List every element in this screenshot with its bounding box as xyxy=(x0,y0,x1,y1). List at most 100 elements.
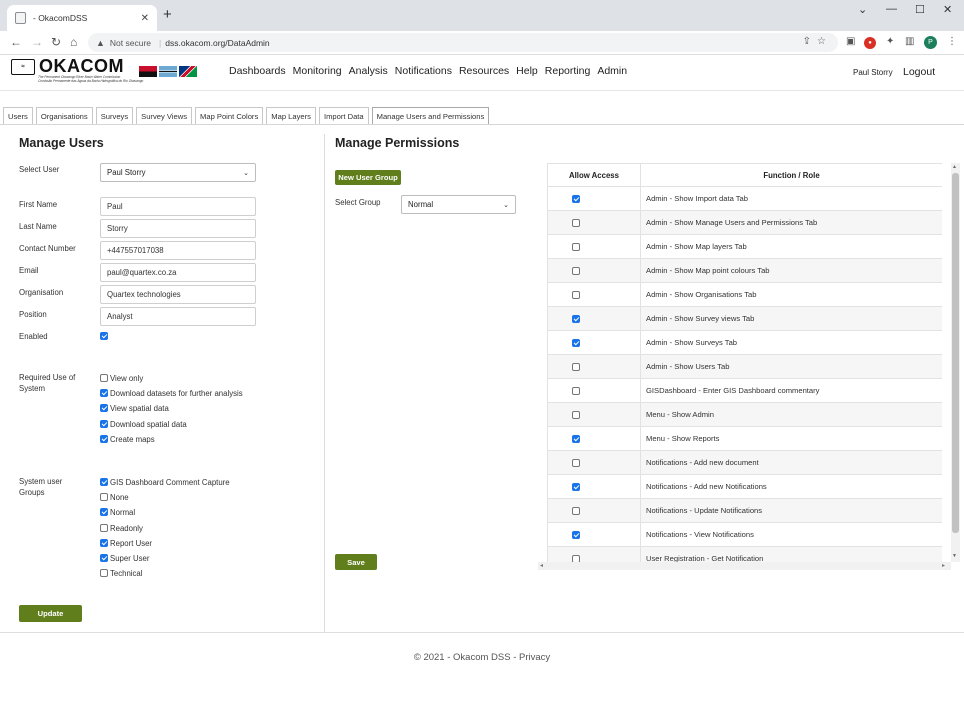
allow-access-checkbox[interactable] xyxy=(572,315,580,323)
last-name-field[interactable]: Storry xyxy=(100,219,256,238)
required-use-checkbox[interactable] xyxy=(100,419,108,428)
back-icon[interactable]: ← xyxy=(10,35,22,49)
tab-map-layers[interactable]: Map Layers xyxy=(266,107,316,124)
email-field[interactable]: paul@quartex.co.za xyxy=(100,263,256,282)
user-group-checkbox[interactable] xyxy=(100,569,108,578)
save-button[interactable]: Save xyxy=(335,554,377,570)
function-role-cell: Notifications - Add new Notifications xyxy=(640,474,942,499)
allow-access-checkbox[interactable] xyxy=(572,507,580,515)
privacy-link[interactable]: Privacy xyxy=(519,652,550,663)
allow-access-checkbox[interactable] xyxy=(572,291,580,299)
first-name-field[interactable]: Paul xyxy=(100,197,256,216)
required-use-checkbox[interactable] xyxy=(100,434,108,443)
required-use-label: Create maps xyxy=(110,434,155,444)
nav-dashboards[interactable]: Dashboards xyxy=(229,65,286,77)
select-group-dropdown[interactable]: Normal ⌄ xyxy=(401,195,516,214)
allow-access-checkbox[interactable] xyxy=(572,219,580,227)
nav-resources[interactable]: Resources xyxy=(459,65,509,77)
allow-access-checkbox[interactable] xyxy=(572,411,580,419)
allow-access-checkbox[interactable] xyxy=(572,555,580,562)
enabled-checkbox[interactable] xyxy=(100,332,108,340)
user-group-checkbox[interactable] xyxy=(100,554,108,562)
allow-access-checkbox[interactable] xyxy=(572,459,580,467)
select-user-dropdown[interactable]: Paul Storry ⌄ xyxy=(100,163,256,182)
sidebar-icon[interactable]: ▥ xyxy=(905,36,914,47)
nav-admin[interactable]: Admin xyxy=(597,65,627,77)
update-button[interactable]: Update xyxy=(19,605,82,622)
tab-organisations[interactable]: Organisations xyxy=(35,107,93,124)
user-group-checkbox[interactable] xyxy=(100,478,108,486)
required-use-checkbox[interactable] xyxy=(100,374,108,382)
allow-access-checkbox[interactable] xyxy=(572,387,580,395)
extension-red-icon[interactable]: ● xyxy=(864,37,876,49)
user-group-checkbox[interactable] xyxy=(100,493,108,502)
share-bookmark-icons[interactable]: ⇪☆ xyxy=(803,36,832,47)
profile-avatar[interactable]: P xyxy=(924,36,937,49)
close-tab-icon[interactable]: ✕ xyxy=(141,13,149,24)
tab-manage-users-permissions[interactable]: Manage Users and Permissions xyxy=(371,107,490,124)
function-role-cell: Menu - Show Reports xyxy=(640,426,942,451)
nav-reporting[interactable]: Reporting xyxy=(545,65,591,77)
forward-icon[interactable]: → xyxy=(31,35,43,49)
tab-users[interactable]: Users xyxy=(3,107,33,124)
home-icon[interactable]: ⌂ xyxy=(70,35,77,49)
permissions-table-container[interactable]: Allow Access Function / Role Admin - Sho… xyxy=(547,163,942,562)
browser-tab[interactable]: - OkacomDSS ✕ xyxy=(7,5,157,31)
tab-survey-views[interactable]: Survey Views xyxy=(136,107,193,124)
allow-access-checkbox[interactable] xyxy=(572,483,580,491)
allow-access-checkbox[interactable] xyxy=(572,243,580,251)
function-role-cell: Notifications - Update Notifications xyxy=(640,498,942,523)
table-row: User Registration - Get Notification xyxy=(547,546,942,562)
nav-help[interactable]: Help xyxy=(516,65,538,77)
organisation-field[interactable]: Quartex technologies xyxy=(100,285,256,304)
required-use-checkbox[interactable] xyxy=(100,404,108,413)
current-user[interactable]: Paul Storry xyxy=(853,68,893,77)
function-role-cell: Admin - Show Manage Users and Permission… xyxy=(640,210,942,235)
contact-number-field[interactable]: +447557017038 xyxy=(100,241,256,260)
browser-tab-title: - OkacomDSS xyxy=(33,13,88,23)
url-field[interactable]: ▲ Not secure | dss.okacom.org/DataAdmin … xyxy=(88,33,838,52)
tab-import-data[interactable]: Import Data xyxy=(318,107,369,124)
tab-surveys[interactable]: Surveys xyxy=(95,107,134,124)
table-vertical-scrollbar[interactable]: ▲ ▼ xyxy=(951,163,960,562)
close-window-icon[interactable]: ✕ xyxy=(943,3,952,16)
scroll-down-icon[interactable]: ▼ xyxy=(952,553,957,559)
maximize-icon[interactable]: ☐ xyxy=(915,3,925,16)
allow-access-checkbox[interactable] xyxy=(572,195,580,203)
enabled-label: Enabled xyxy=(19,332,48,341)
allow-access-checkbox[interactable] xyxy=(572,339,580,347)
allow-access-checkbox[interactable] xyxy=(572,267,580,275)
nav-notifications[interactable]: Notifications xyxy=(395,65,452,77)
position-field[interactable]: Analyst xyxy=(100,307,256,326)
puzzle-icon[interactable]: ✦ xyxy=(886,36,894,47)
scroll-left-icon[interactable]: ◂ xyxy=(540,562,543,569)
allow-access-checkbox[interactable] xyxy=(572,435,580,443)
scroll-up-icon[interactable]: ▲ xyxy=(952,164,957,170)
select-user-label: Select User xyxy=(19,165,60,174)
tab-map-point-colors[interactable]: Map Point Colors xyxy=(195,107,264,124)
user-group-checkbox[interactable] xyxy=(100,508,108,517)
chevron-down-icon: ⌄ xyxy=(243,169,249,177)
allow-access-checkbox[interactable] xyxy=(572,363,580,371)
extension-icon[interactable]: ▣ xyxy=(846,36,855,47)
permissions-table: Allow Access Function / Role Admin - Sho… xyxy=(547,163,942,562)
user-group-label: None xyxy=(110,493,129,503)
reload-icon[interactable]: ↻ xyxy=(51,35,61,49)
table-horizontal-scrollbar[interactable]: ◂ ▸ xyxy=(538,562,951,570)
menu-icon[interactable]: ⋮ xyxy=(947,36,957,47)
nav-analysis[interactable]: Analysis xyxy=(349,65,388,77)
minimize-icon[interactable]: — xyxy=(886,3,897,15)
logout-link[interactable]: Logout xyxy=(903,66,935,78)
allow-access-checkbox[interactable] xyxy=(572,531,580,539)
user-group-checkbox[interactable] xyxy=(100,523,108,532)
new-tab-icon[interactable]: + xyxy=(163,7,172,23)
user-group-checkbox[interactable] xyxy=(100,538,108,547)
scrollbar-thumb[interactable] xyxy=(952,173,959,533)
chevron-down-icon[interactable]: ⌄ xyxy=(858,3,867,16)
new-user-group-button[interactable]: New User Group xyxy=(335,170,401,185)
table-row: Admin - Show Users Tab xyxy=(547,354,942,379)
okacom-logo[interactable]: ≈ OKACOM The Permanent Okavango River Ba… xyxy=(11,56,143,86)
nav-monitoring[interactable]: Monitoring xyxy=(293,65,342,77)
required-use-checkbox[interactable] xyxy=(100,389,108,398)
scroll-right-icon[interactable]: ▸ xyxy=(942,562,945,569)
